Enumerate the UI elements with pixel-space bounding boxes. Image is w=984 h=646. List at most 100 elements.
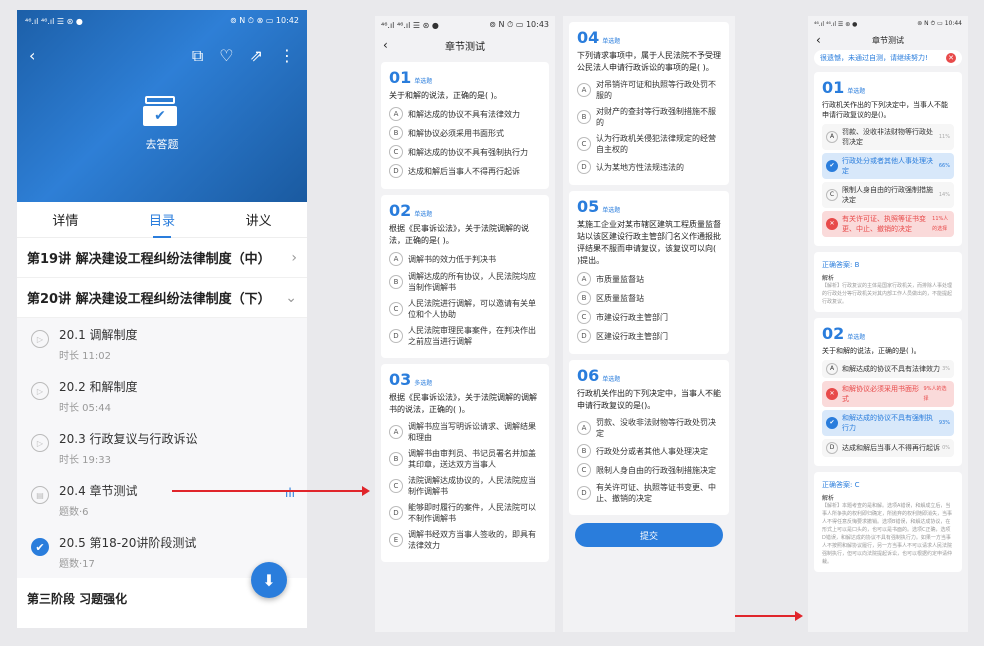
option-text: 认为行政机关侵犯法律规定的经营自主权的	[596, 134, 716, 154]
answer-option[interactable]: A 调解书应当写明诉讼请求、调解结果和理由	[389, 421, 541, 443]
lesson-list: ▷ 20.1 调解制度 时长 11:02 ▷ 20.2 和解制度 时长 05:44 …	[17, 318, 307, 578]
answer-option[interactable]: D 认为某地方性法规违法的	[577, 160, 721, 174]
explanation-card: 正确答案: C 解析 【解析】本题考查的是和解。选项A错误，和解成立后，当事人所争执…	[814, 472, 962, 572]
option-text: 和解达成的协议不具有法律效力	[408, 109, 520, 119]
lesson-item[interactable]: ▷ 20.1 调解制度 时长 11:02	[17, 318, 307, 370]
download-button[interactable]: ⬇	[251, 562, 287, 598]
favorite-add-icon[interactable]: ♡	[219, 48, 233, 64]
answer-option[interactable]: B 区质量监督站	[577, 291, 721, 305]
more-vert-icon[interactable]: ⋮	[279, 48, 295, 64]
option-percent: 66%	[938, 163, 950, 169]
question-type: 单选题	[414, 211, 433, 218]
option-letter: A	[389, 107, 403, 121]
answer-option[interactable]: B 对财产的查封等行政强制措施不服的	[577, 106, 721, 128]
screen-cast-icon[interactable]: ⧉	[192, 48, 203, 64]
tab-details[interactable]: 详情	[52, 210, 78, 229]
option-text: 对吊销许可证和执照等行政处罚不服的	[596, 80, 716, 100]
section-lecture-20[interactable]: 第20讲 解决建设工程纠纷法律制度（下） ⌄	[17, 278, 307, 318]
answer-option[interactable]: B 调解达成的所有协议，人民法院均应当制作调解书	[389, 271, 541, 293]
back-arrow-icon[interactable]: ‹	[816, 33, 821, 47]
page-title: 章节测试	[872, 35, 904, 45]
playing-bars-icon: ılı	[284, 486, 295, 500]
answer-option[interactable]: B 调解书由审判员、书记员署名并加盖其印章，送达双方当事人	[389, 448, 541, 470]
option-letter: D	[577, 160, 591, 174]
answer-option[interactable]: D 有关许可证、执照等证书变更、中止、撤销的决定	[577, 482, 721, 504]
answer-option[interactable]: C 和解达成的协议不具有强制执行力	[389, 145, 541, 159]
cross-icon: ✕	[826, 388, 838, 400]
option-letter: C	[389, 302, 403, 316]
lesson-item-chapter-test[interactable]: ▤ 20.4 章节测试 题数·6 ılı	[17, 474, 307, 526]
option-percent: 11%	[938, 134, 950, 140]
answer-option[interactable]: C 认为行政机关侵犯法律规定的经营自主权的	[577, 133, 721, 155]
option-text: 限制人身自由的行政强制措施决定	[842, 186, 933, 204]
lesson-title: 20.5 第18-20讲阶段测试	[59, 536, 197, 550]
quiz-icon: ▤	[31, 486, 49, 504]
question-type: 单选题	[602, 38, 621, 45]
answer-option[interactable]: B 行政处分或者其他人事处理决定	[577, 444, 721, 458]
answer-option[interactable]: A 市质量监督站	[577, 272, 721, 286]
share-icon[interactable]: ⇗	[250, 48, 263, 64]
question-card: 03 多选题 根据《民事诉讼法》，关于法院调解的调解书的说法，正确的( )。 A 调解书…	[381, 364, 549, 562]
answer-option[interactable]: C 人民法院进行调解，可以邀请有关单位和个人协助	[389, 298, 541, 320]
status-time: ⊚ N ⏱ ▭ 10:44	[917, 20, 962, 27]
play-icon: ▷	[31, 434, 49, 452]
question-card: 06 单选题行政机关作出的下列决定中，当事人不能申请行政复议的是()。 A 罚款、没收…	[569, 360, 729, 515]
option-text: 和解达成的协议不具有强制执行力	[408, 147, 528, 157]
answer-option[interactable]: D 人民法院审理民事案件，在判决作出之前应当进行调解	[389, 325, 541, 347]
question-header: 03 多选题	[389, 370, 541, 389]
quiz-header: ‹ 章节测试	[375, 34, 555, 56]
result-option: C 限制人身自由的行政强制措施决定 14%	[822, 182, 954, 208]
status-bar: ⁴⁶.ıl ⁴⁶.ıl ☰ ⊛ ● ⊚ N ⏱ ▭ 10:43	[375, 16, 555, 34]
question-number: 01	[389, 68, 412, 87]
option-text: 和解协议必须采用书面形式	[842, 385, 919, 403]
play-icon: ▷	[31, 330, 49, 348]
option-letter: D	[389, 329, 403, 343]
answer-option[interactable]: A 罚款、没收非法财物等行政处罚决定	[577, 417, 721, 439]
answer-option[interactable]: C 市建设行政主管部门	[577, 310, 721, 324]
go-answer-button[interactable]: 去答题	[17, 136, 307, 152]
option-letter: B	[577, 444, 591, 458]
option-letter: D	[577, 486, 591, 500]
answer-option[interactable]: A 对吊销许可证和执照等行政处罚不服的	[577, 79, 721, 101]
submit-button[interactable]: 提交	[575, 523, 723, 547]
answer-option[interactable]: D 能够即时履行的案件，人民法院可以不制作调解书	[389, 502, 541, 524]
option-letter: C	[826, 189, 838, 201]
question-header: 02 单选题	[389, 201, 541, 220]
answer-option[interactable]: D 达成和解后当事人不得再行起诉	[389, 164, 541, 178]
question-header: 06 单选题	[577, 366, 721, 385]
tab-handout[interactable]: 讲义	[246, 210, 272, 229]
option-text: 和解达成的协议不具有法律效力	[842, 365, 940, 373]
fail-message: 很遗憾，未通过自测，请继续努力!	[820, 54, 928, 62]
option-letter: A	[389, 252, 403, 266]
question-text: 关于和解的说法，正确的是( )。	[822, 347, 921, 355]
question-text: 行政机关作出的下列决定中，当事人不能申请行政复议的是()。	[577, 389, 721, 410]
option-text: 区质量监督站	[596, 293, 644, 303]
section-lecture-19[interactable]: 第19讲 解决建设工程纠纷法律制度（中） ›	[17, 238, 307, 278]
answer-option[interactable]: E 调解书经双方当事人签收的，即具有法律效力	[389, 529, 541, 551]
answer-option[interactable]: A 调解书的效力低于判决书	[389, 252, 541, 266]
lesson-item[interactable]: ▷ 20.3 行政复议与行政诉讼 时长 19:33	[17, 422, 307, 474]
answer-option[interactable]: C 法院调解达成协议的，人民法院应当制作调解书	[389, 475, 541, 497]
result-option: ✕ 有关许可证、执照等证书变更、中止、撤销的决定 11%人的选择	[822, 211, 954, 237]
question-card: 01 单选题 关于和解的说法，正确的是( )。 A 和解达成的协议不具有法律效力 B 和解协…	[381, 62, 549, 189]
option-letter: B	[389, 452, 403, 466]
answer-option[interactable]: D 区建设行政主管部门	[577, 329, 721, 343]
answer-option[interactable]: A 和解达成的协议不具有法律效力	[389, 107, 541, 121]
back-arrow-icon[interactable]: ‹	[383, 38, 388, 52]
option-text: 调解书经双方当事人签收的，即具有法律效力	[408, 530, 536, 550]
option-text: 罚款、没收非法财物等行政处罚决定	[596, 418, 716, 438]
answer-option[interactable]: C 限制人身自由的行政强制措施决定	[577, 463, 721, 477]
back-arrow-icon[interactable]: ‹	[29, 48, 35, 64]
lesson-title: 20.4 章节测试	[59, 484, 138, 498]
result-option: ✔ 行政处分或者其他人事处理决定 66%	[822, 153, 954, 179]
option-text: 调解书由审判员、书记员署名并加盖其印章，送达双方当事人	[408, 449, 536, 469]
option-text: 法院调解达成协议的，人民法院应当制作调解书	[408, 476, 536, 496]
quiz-header: ‹ 章节测试	[808, 32, 968, 48]
option-letter: D	[389, 506, 403, 520]
lesson-item[interactable]: ▷ 20.2 和解制度 时长 05:44	[17, 370, 307, 422]
close-icon[interactable]: ✕	[946, 53, 956, 63]
option-percent: 11%人的选择	[932, 216, 949, 232]
option-text: 限制人身自由的行政强制措施决定	[596, 465, 716, 475]
answer-option[interactable]: B 和解协议必须采用书面形式	[389, 126, 541, 140]
tab-catalog[interactable]: 目录	[149, 210, 175, 238]
